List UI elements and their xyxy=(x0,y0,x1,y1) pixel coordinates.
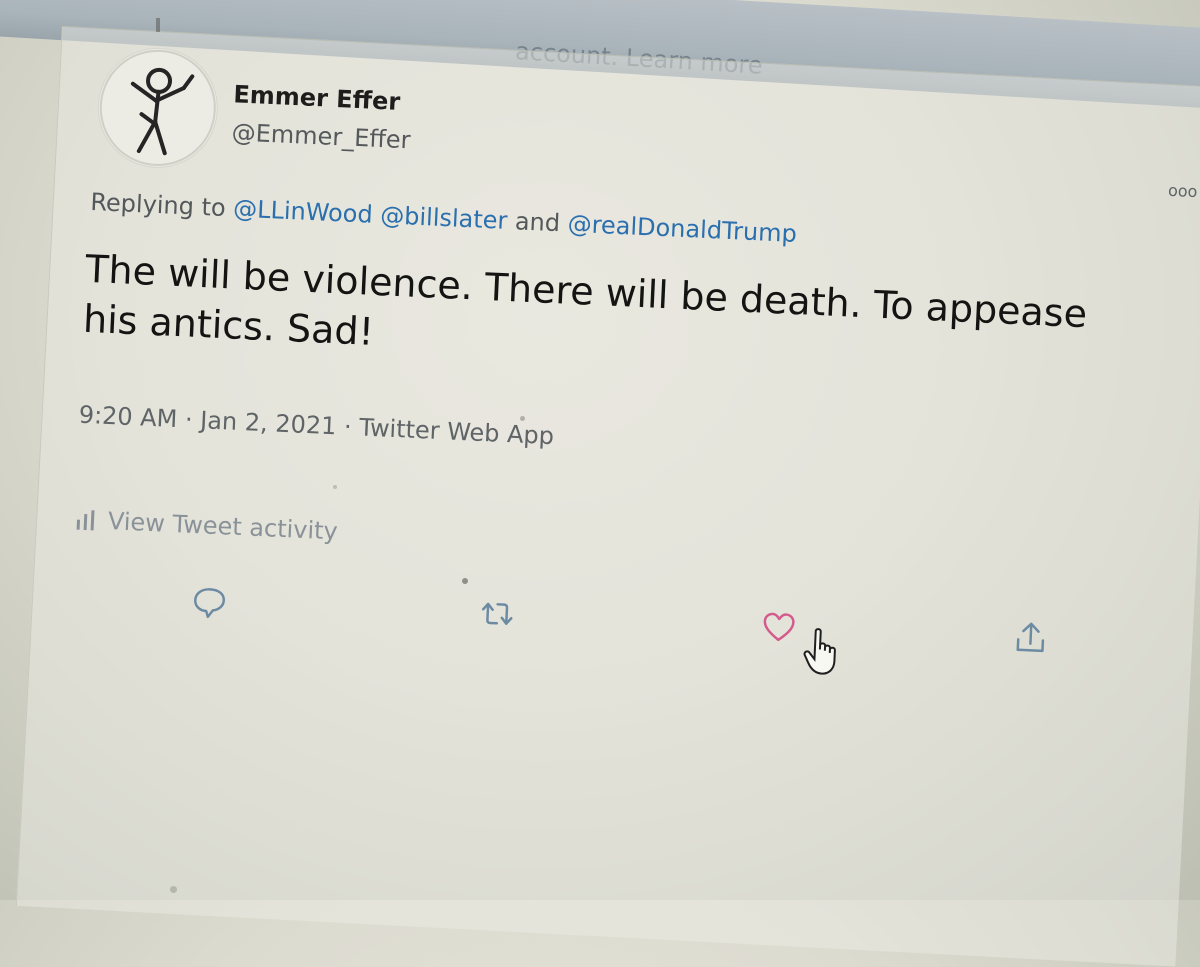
mention-billslater[interactable]: @billslater xyxy=(380,201,508,235)
screen-speck xyxy=(462,578,468,584)
retweet-button[interactable] xyxy=(477,594,525,642)
share-icon xyxy=(1016,622,1045,653)
screen-speck xyxy=(333,485,337,489)
meta-separator-1: · xyxy=(184,405,194,434)
screen-speck xyxy=(520,416,525,421)
reply-conjunction: and xyxy=(514,207,561,238)
retweet-icon xyxy=(481,602,513,625)
reply-icon xyxy=(194,588,226,619)
more-options-icon[interactable]: ооо xyxy=(1168,181,1198,201)
meta-separator-2: · xyxy=(343,412,353,441)
reply-button[interactable] xyxy=(189,581,237,629)
heart-icon xyxy=(763,612,795,642)
like-button[interactable] xyxy=(759,607,807,655)
screen-speck xyxy=(170,886,177,893)
hand-pointer-icon xyxy=(803,628,836,675)
share-button[interactable] xyxy=(1010,618,1058,666)
tweet-panel xyxy=(15,26,1200,967)
bar-chart-icon xyxy=(76,510,95,531)
tweet-time[interactable]: 9:20 AM xyxy=(78,401,178,433)
scratch-mark xyxy=(156,18,160,32)
